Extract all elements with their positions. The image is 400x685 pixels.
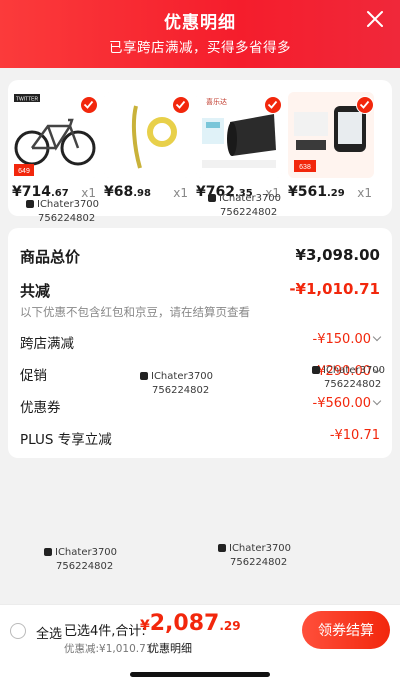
discount-row-value: -¥10.71: [329, 428, 380, 443]
watermark: IChater3700 756224802: [208, 192, 281, 220]
user-icon: [218, 544, 226, 552]
watermark: IChater3700 756224802: [44, 546, 117, 574]
item-quantity: x1: [173, 186, 188, 200]
page-title: 优惠明细: [164, 13, 236, 33]
watermark: IChater3700 756224802: [140, 370, 213, 398]
user-icon: [44, 548, 52, 556]
discount-row-value: -¥560.00: [313, 396, 382, 411]
discount-row-label: 促销: [20, 368, 47, 384]
item-checked-icon[interactable]: [80, 96, 98, 114]
discount-summary-text: 优惠减:¥1,010.71: [64, 643, 153, 655]
user-icon: [312, 366, 320, 374]
select-all-radio[interactable]: [10, 623, 26, 639]
selected-count-label: 已选4件,合计:: [64, 624, 146, 639]
discount-total-label: 共减: [20, 282, 51, 300]
user-icon: [140, 372, 148, 380]
user-icon: [208, 194, 216, 202]
item-checked-icon[interactable]: [172, 96, 190, 114]
checkout-bar: 全选 已选4件,合计: ¥2,087.29 优惠减:¥1,010.71 优惠明细…: [0, 604, 400, 685]
bicycle-brand-text: TWITTER: [16, 97, 39, 103]
discount-row-value: -¥150.00: [313, 332, 382, 347]
discount-total-value: -¥1,010.71: [289, 280, 380, 298]
bicycle-badge-text: 649: [18, 168, 30, 175]
page-subtitle: 已享跨店满减，买得多省得多: [109, 40, 291, 56]
product-item[interactable]: 638 ¥561.29 x1: [284, 80, 376, 216]
item-checked-icon[interactable]: [264, 96, 282, 114]
chevron-down-icon: [372, 396, 382, 406]
watermark: IChater3700 756224802: [218, 542, 291, 570]
discount-row-label: 优惠券: [20, 400, 61, 416]
discount-row-label: 跨店满减: [20, 336, 74, 352]
close-icon[interactable]: [364, 8, 386, 30]
user-icon: [26, 200, 34, 208]
computer-badge-text: 638: [299, 164, 311, 171]
grand-total: ¥2,087.29: [140, 611, 241, 636]
discount-row-label: PLUS 专享立减: [20, 432, 112, 448]
item-quantity: x1: [357, 186, 372, 200]
total-price-label: 商品总价: [20, 248, 81, 266]
watermark: IChater3700 756224802: [312, 364, 385, 392]
select-all-label[interactable]: 全选: [36, 623, 62, 642]
item-price: ¥561.29: [288, 184, 345, 200]
mat-brand-text: 喜乐达: [206, 97, 227, 106]
items-card: TWITTER 649 ¥714.67 x1 ¥68.98 x1 喜乐达 ¥76…: [8, 80, 392, 216]
item-checked-icon[interactable]: [356, 96, 374, 114]
discount-detail-link[interactable]: 优惠明细: [148, 640, 192, 656]
home-indicator: [130, 672, 270, 677]
product-item[interactable]: ¥68.98 x1: [100, 80, 192, 216]
header-bar: 优惠明细 已享跨店满减，买得多省得多: [0, 0, 400, 68]
discount-summary-card: 商品总价 ¥3,098.00 共减 -¥1,010.71 以下优惠不包含红包和京…: [8, 228, 392, 458]
checkout-button[interactable]: 领券结算: [302, 611, 390, 649]
total-price-value: ¥3,098.00: [295, 246, 380, 264]
product-item[interactable]: TWITTER 649 ¥714.67 x1: [8, 80, 100, 216]
chevron-down-icon: [372, 332, 382, 342]
watermark: IChater3700 756224802: [26, 198, 99, 226]
item-price: ¥68.98: [104, 184, 151, 200]
discount-note: 以下优惠不包含红包和京豆，请在结算页查看: [20, 305, 250, 319]
